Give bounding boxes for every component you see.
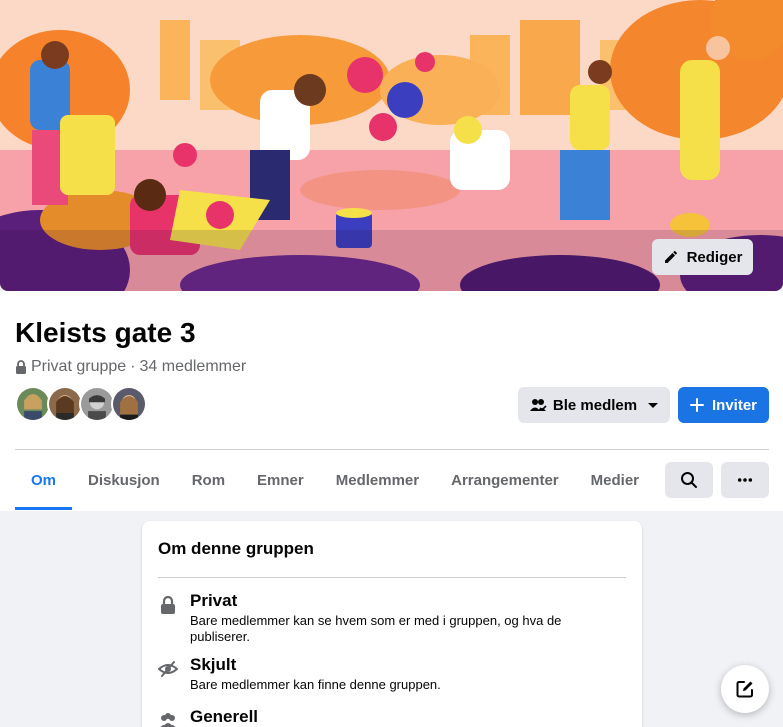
privacy-label: Privat gruppe: [31, 358, 127, 375]
cover-photo: Rediger: [0, 0, 783, 291]
tab-diskusjon[interactable]: Diskusjon: [72, 450, 176, 510]
group-name[interactable]: Kleists gate 3: [15, 315, 196, 351]
search-button[interactable]: [665, 462, 713, 498]
joined-button[interactable]: Ble medlem: [518, 387, 670, 423]
tab-om[interactable]: Om: [15, 450, 73, 510]
invite-label: Inviter: [711, 396, 757, 414]
people-icon: [160, 713, 176, 727]
caret-down-icon: [648, 403, 659, 408]
tab-emner[interactable]: Emner: [241, 450, 320, 510]
edit-cover-label: Rediger: [686, 248, 743, 266]
about-item-desc: Bare medlemmer kan se hvem som er med i …: [190, 613, 562, 644]
more-options-button[interactable]: [721, 462, 769, 498]
group-meta: Privat gruppe · 34 medlemmer: [15, 358, 246, 376]
tab-arrangementer[interactable]: Arrangementer: [435, 450, 575, 510]
about-divider: [158, 577, 626, 578]
meta-separator: ·: [130, 358, 136, 375]
member-avatars[interactable]: [15, 386, 147, 422]
about-item-desc: Bare medlemmer kan finne denne gruppen.: [190, 677, 441, 692]
about-card: Om denne gruppen Privat Bare medlemmer k…: [142, 521, 642, 727]
avatar[interactable]: [15, 386, 51, 422]
about-item-title: Generell: [190, 707, 259, 726]
new-message-button[interactable]: [721, 665, 769, 713]
avatar[interactable]: [111, 386, 147, 422]
avatar[interactable]: [47, 386, 83, 422]
eye-slash-icon: [158, 661, 178, 677]
edit-cover-button[interactable]: Rediger: [652, 239, 753, 275]
tab-rom[interactable]: Rom: [176, 450, 241, 510]
more-dots-icon: [737, 478, 753, 482]
plus-icon: [689, 398, 704, 412]
people-check-icon: [529, 399, 547, 412]
tab-medier[interactable]: Medier: [575, 450, 655, 510]
avatar[interactable]: [79, 386, 115, 422]
lock-icon: [161, 595, 175, 614]
invite-button[interactable]: Inviter: [678, 387, 769, 423]
member-count[interactable]: 34 medlemmer: [140, 358, 247, 376]
compose-icon: [736, 681, 753, 698]
group-header: Kleists gate 3 Privat gruppe · 34 medlem…: [0, 291, 783, 511]
search-icon: [681, 472, 697, 488]
about-title: Om denne gruppen: [158, 539, 314, 558]
pencil-icon: [664, 251, 677, 263]
group-tabs: Om Diskusjon Rom Emner Medlemmer Arrange…: [15, 450, 655, 510]
joined-label: Ble medlem: [552, 396, 638, 414]
about-item-title: Skjult: [190, 655, 237, 674]
about-item-title: Privat: [190, 591, 238, 610]
tab-medlemmer[interactable]: Medlemmer: [320, 450, 435, 510]
lock-icon: [16, 360, 26, 374]
